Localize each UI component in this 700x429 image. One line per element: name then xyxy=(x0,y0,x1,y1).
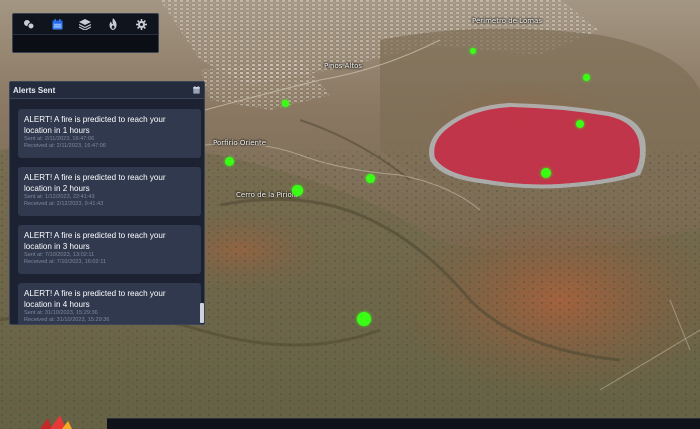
status-bar xyxy=(107,418,700,429)
map-toolbar xyxy=(12,13,159,53)
location-marker[interactable] xyxy=(282,100,289,107)
location-marker[interactable] xyxy=(576,120,584,128)
stack-layers-icon[interactable] xyxy=(71,14,99,34)
place-label: Perimetro de Lomas xyxy=(472,17,542,25)
alert-sent-time: Sent at: 7/10/2023, 13:02:11 xyxy=(24,252,95,258)
alert-received-time: Received at: 2/12/2023, 9:41:43 xyxy=(24,201,104,207)
alert-card[interactable]: ALERT! A fire is predicted to reach your… xyxy=(18,225,201,274)
alert-sent-time: Sent at: 2/11/2023, 16:47:06 xyxy=(24,136,95,142)
location-marker[interactable] xyxy=(292,185,303,196)
alert-sent-time: Sent at: 31/10/2023, 15:29:36 xyxy=(24,310,98,316)
place-label: Cerro de la Piriola xyxy=(236,191,298,199)
alert-message: ALERT! A fire is predicted to reach your… xyxy=(24,231,166,251)
alert-received-time: Received at: 31/10/2023, 15:29:36 xyxy=(24,317,110,323)
alerts-panel: Alerts Sent ALERT! A fire is predicted t… xyxy=(9,81,205,325)
alert-message: ALERT! A fire is predicted to reach your… xyxy=(24,289,166,309)
alert-message: ALERT! A fire is predicted to reach your… xyxy=(24,115,166,135)
alert-card[interactable]: ALERT! A fire is predicted to reach your… xyxy=(18,167,201,216)
place-label: Porfirio Oriente xyxy=(213,139,266,147)
layers-group-icon[interactable] xyxy=(15,14,43,34)
alerts-title: Alerts Sent xyxy=(13,85,56,95)
alerts-scrollbar[interactable] xyxy=(200,303,204,323)
gear-icon[interactable] xyxy=(127,14,155,34)
location-marker[interactable] xyxy=(225,157,234,166)
location-marker[interactable] xyxy=(583,74,590,81)
flame-icon[interactable] xyxy=(99,14,127,34)
location-marker[interactable] xyxy=(357,312,371,326)
calendar-icon[interactable] xyxy=(43,14,71,34)
search-input[interactable] xyxy=(13,34,158,52)
location-marker[interactable] xyxy=(470,48,476,54)
calendar-icon[interactable] xyxy=(193,82,200,99)
alert-message: ALERT! A fire is predicted to reach your… xyxy=(24,173,166,193)
place-label: Pinos Altos xyxy=(324,62,363,70)
app-logo xyxy=(40,415,72,429)
alerts-header: Alerts Sent xyxy=(10,82,204,99)
location-marker[interactable] xyxy=(541,168,551,178)
alert-card[interactable]: ALERT! A fire is predicted to reach your… xyxy=(18,283,201,324)
location-marker[interactable] xyxy=(366,174,375,183)
alert-received-time: Received at: 2/11/2023, 16:47:06 xyxy=(24,143,106,149)
alert-sent-time: Sent at: 1/12/2023, 22:41:43 xyxy=(24,194,95,200)
alert-received-time: Received at: 7/10/2023, 16:02:11 xyxy=(24,259,106,265)
alerts-list[interactable]: ALERT! A fire is predicted to reach your… xyxy=(10,100,204,324)
alert-card[interactable]: ALERT! A fire is predicted to reach your… xyxy=(18,109,201,158)
